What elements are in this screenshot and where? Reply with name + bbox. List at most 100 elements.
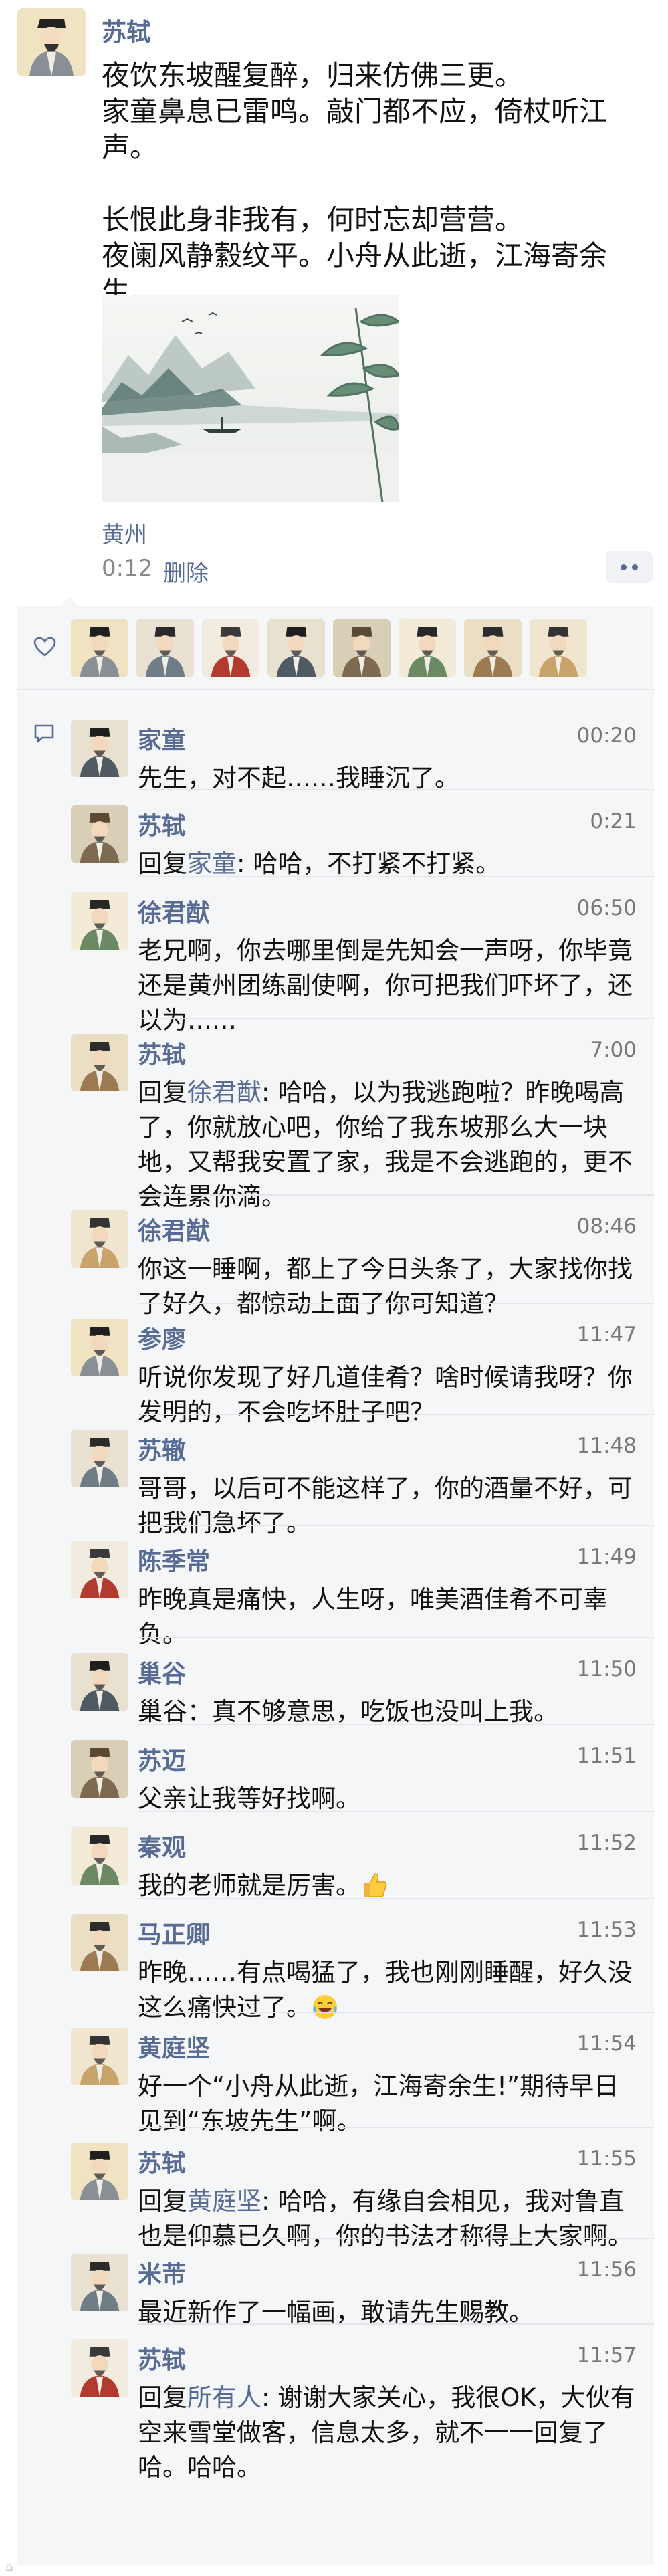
comment-text: 先生，对不起……我睡沉了。	[138, 761, 638, 796]
heart-outline-icon	[33, 637, 56, 657]
commenter-avatar[interactable]	[71, 2254, 128, 2311]
comment-time: 11:55	[576, 2147, 637, 2171]
commenter-avatar[interactable]	[71, 805, 128, 863]
footer-watermark: ⌂	[5, 2560, 13, 2574]
reply-prefix: 回复	[138, 2187, 187, 2216]
comment-body: 昨晚真是痛快，人生呀，唯美酒佳肴不可辜负。	[138, 1585, 608, 1648]
comment-body: : 哈哈，不打紧不打紧。	[237, 849, 501, 878]
commenter-name[interactable]: 苏迈	[138, 1741, 186, 1776]
liker-avatar[interactable]	[71, 619, 128, 677]
commenter-avatar[interactable]	[71, 1653, 128, 1711]
reply-prefix: 回复	[138, 849, 187, 878]
reply-prefix: 回复	[138, 2383, 187, 2412]
commenter-avatar[interactable]	[71, 892, 128, 950]
commenter-name[interactable]: 马正卿	[138, 1915, 210, 1950]
post-text: 夜饮东坡醒复醉，归来仿佛三更。 家童鼻息已雷鸣。敲门都不应，倚杖听江声。 长恨此…	[102, 59, 608, 308]
comment-body: 巢谷：真不够意思，吃饭也没叫上我。	[138, 1697, 558, 1726]
commenter-name[interactable]: 黄庭坚	[138, 2029, 210, 2064]
comment-body: 听说你发现了好几道佳肴？啥时候请我呀？你发明的，不会吃坏肚子吧？	[138, 1363, 633, 1426]
commenter-name[interactable]: 苏轼	[138, 1035, 186, 1070]
post-location[interactable]: 黄州	[102, 516, 147, 549]
comment-text: 回复徐君猷: 哈哈，以为我逃跑啦？昨晚喝高了，你就放心吧，你给了我东坡那么大一块…	[138, 1075, 638, 1214]
comment-text: 听说你发现了好几道佳肴？啥时候请我呀？你发明的，不会吃坏肚子吧？	[138, 1360, 638, 1430]
commenter-name[interactable]: 徐君猷	[138, 893, 210, 928]
commenter-avatar[interactable]	[71, 1827, 128, 1885]
comment-divider	[138, 1724, 654, 1725]
comment-divider	[138, 789, 654, 790]
commenter-avatar[interactable]	[71, 1034, 128, 1091]
commenter-name[interactable]: 参廖	[138, 1320, 186, 1355]
post-image-landscape-painting[interactable]	[102, 295, 399, 502]
delete-link[interactable]: 删除	[163, 555, 209, 588]
commenter-avatar[interactable]	[71, 2143, 128, 2200]
comment-body: 哥哥，以后可不能这样了，你的酒量不好，可把我们急坏了。	[138, 1474, 633, 1537]
comment-divider	[138, 2238, 654, 2239]
commenter-avatar[interactable]	[71, 1740, 128, 1798]
comment-time: 00:20	[576, 724, 637, 748]
liker-avatar[interactable]	[333, 619, 391, 677]
comment-time: 11:49	[576, 1545, 637, 1569]
comment-bubble-icon	[34, 724, 54, 743]
commenter-name[interactable]: 苏轼	[138, 807, 186, 841]
comment-text: 你这一睡啊，都上了今日头条了，大家找你找了好久，都惊动上面了你可知道？	[138, 1252, 638, 1321]
comment-divider	[138, 1414, 654, 1415]
likes-divider	[17, 689, 654, 690]
comment-time: 7:00	[590, 1038, 637, 1062]
comment-text: 昨晚真是痛快，人生呀，唯美酒佳肴不可辜负。	[138, 1582, 638, 1652]
commenter-avatar[interactable]	[71, 2028, 128, 2085]
comment-body: 你这一睡啊，都上了今日头条了，大家找你找了好久，都惊动上面了你可知道？	[138, 1255, 633, 1318]
post-author-name[interactable]: 苏轼	[102, 12, 151, 48]
reply-mention[interactable]: 黄庭坚	[187, 2187, 261, 2216]
comment-text: 回复所有人: 谢谢大家关心，我很OK，大伙有空来雪堂做客，信息太多，就不一一回复…	[138, 2381, 638, 2485]
liker-avatar[interactable]	[464, 619, 522, 677]
comment-divider	[138, 1898, 654, 1899]
commenter-avatar[interactable]	[71, 1319, 128, 1376]
liker-avatar[interactable]	[136, 619, 194, 677]
commenter-avatar[interactable]	[71, 720, 128, 777]
liker-avatar[interactable]	[530, 619, 587, 677]
comment-time: 11:53	[576, 1918, 637, 1942]
reply-prefix: 回复	[138, 1078, 187, 1107]
commenter-name[interactable]: 徐君猷	[138, 1212, 210, 1247]
author-avatar[interactable]	[17, 8, 86, 76]
comment-divider	[138, 1525, 654, 1526]
commenter-avatar[interactable]	[71, 1914, 128, 1971]
commenter-name[interactable]: 巢谷	[138, 1654, 186, 1689]
comment-time: 11:57	[576, 2343, 637, 2367]
commenter-name[interactable]: 秦观	[138, 1828, 186, 1863]
comment-body: 老兄啊，你去哪里倒是先知会一声呀，你毕竟还是黄州团练副使啊，你可把我们吓坏了，还…	[138, 936, 633, 1035]
commenter-avatar[interactable]	[71, 1210, 128, 1268]
reply-mention[interactable]: 所有人	[187, 2383, 261, 2412]
commenter-name[interactable]: 米芾	[138, 2255, 186, 2290]
comment-time: 11:51	[576, 1744, 637, 1768]
commenter-avatar[interactable]	[71, 1541, 128, 1598]
interaction-panel: 家童 00:20 先生，对不起……我睡沉了。 苏轼 0:21 回复家童: 哈哈，不打紧不…	[17, 597, 654, 2565]
comment-time: 06:50	[576, 896, 637, 920]
commenter-name[interactable]: 苏轼	[138, 2144, 186, 2179]
comment-body: 先生，对不起……我睡沉了。	[138, 764, 459, 792]
comment-time: 0:21	[590, 809, 637, 833]
more-dots-icon[interactable]	[606, 551, 653, 583]
comment-time: 11:47	[576, 1323, 637, 1347]
commenter-name[interactable]: 家童	[138, 721, 186, 756]
comment-text: 昨晚……有点喝猛了，我也刚刚睡醒，好久没这么痛快过了。	[138, 1955, 638, 2025]
comment-divider	[138, 2323, 654, 2325]
commenter-name[interactable]: 陈季常	[138, 1542, 210, 1577]
thumbs-up-icon	[360, 1871, 388, 1900]
commenter-avatar[interactable]	[71, 1430, 128, 1487]
comment-time: 11:48	[576, 1434, 637, 1458]
comment-text: 回复黄庭坚: 哈哈，有缘自会相见，我对鲁直也是仰慕已久啊，你的书法才称得上大家啊…	[138, 2184, 638, 2254]
reply-mention[interactable]: 家童	[187, 849, 237, 878]
reply-mention[interactable]: 徐君猷	[187, 1078, 261, 1107]
commenter-name[interactable]: 苏轼	[138, 2341, 186, 2375]
commenter-avatar[interactable]	[71, 2339, 128, 2397]
comment-time: 08:46	[576, 1214, 637, 1239]
liker-avatar[interactable]	[202, 619, 259, 677]
liker-avatar[interactable]	[267, 619, 325, 677]
liker-avatar[interactable]	[399, 619, 456, 677]
comment-body: 最近新作了一幅画，敢请先生赐教。	[138, 2298, 534, 2327]
comment-divider	[138, 2012, 654, 2013]
comment-divider	[138, 1811, 654, 1812]
comment-divider	[138, 876, 654, 877]
commenter-name[interactable]: 苏辙	[138, 1431, 186, 1466]
